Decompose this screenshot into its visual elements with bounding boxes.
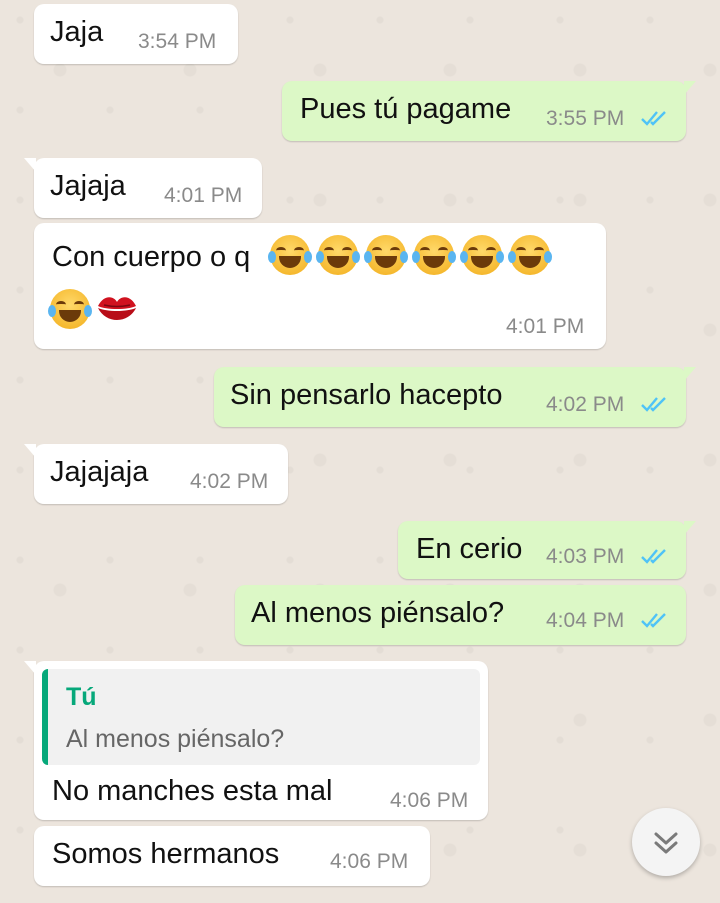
message-incoming[interactable]: Jajajaja 4:02 PM [24,444,288,504]
scroll-down-button[interactable] [632,808,700,876]
message-incoming[interactable]: Somos hermanos 4:06 PM [34,826,430,886]
quote-accent-bar [42,669,48,765]
face-with-tears-of-joy-icon [268,235,312,275]
message-text: Jajajaja [50,456,149,488]
message-incoming-reply[interactable]: Tú Al menos piénsalo? No manches esta ma… [24,661,488,820]
message-text: Jaja [50,16,104,48]
face-with-tears-of-joy-icon [48,289,92,329]
face-with-tears-of-joy-icon [364,235,408,275]
face-with-tears-of-joy-icon [316,235,360,275]
message-incoming[interactable]: Con cuerpo o q 4:01 PM [34,223,606,349]
message-time: 4:06 PM [390,789,469,812]
message-text: Con cuerpo o q [52,241,251,273]
emoji-row [268,235,552,275]
message-time: 4:01 PM [164,184,243,207]
chevron-double-down-icon [654,832,678,854]
message-text: Al menos piénsalo? [251,597,505,629]
message-text: En cerio [416,533,523,565]
message-time: 4:02 PM [546,393,625,416]
message-outgoing[interactable]: En cerio 4:03 PM [398,521,696,579]
message-incoming[interactable]: Jaja 3:54 PM [34,4,238,64]
message-incoming[interactable]: Jajaja 4:01 PM [24,158,262,218]
message-time: 4:06 PM [330,850,409,873]
message-time: 3:55 PM [546,107,625,130]
message-text: Jajaja [50,170,126,202]
quoted-message[interactable]: Tú Al menos piénsalo? [42,669,480,765]
message-outgoing[interactable]: Al menos piénsalo? 4:04 PM [235,585,686,645]
face-with-tears-of-joy-icon [508,235,552,275]
double-check-icon [641,613,666,628]
message-time: 4:04 PM [546,609,625,632]
emoji-row-2 [48,289,140,329]
face-with-tears-of-joy-icon [412,235,456,275]
face-with-tears-of-joy-icon [460,235,504,275]
double-check-icon [641,549,666,564]
quote-author: Tú [66,683,97,711]
message-outgoing[interactable]: Pues tú pagame 3:55 PM [282,81,696,141]
message-time: 3:54 PM [138,30,217,53]
quote-text: Al menos piénsalo? [66,725,285,753]
message-text: Pues tú pagame [300,93,512,125]
message-time: 4:03 PM [546,545,625,568]
message-time: 4:01 PM [506,315,585,338]
message-text: Somos hermanos [52,838,280,870]
double-check-icon [641,397,666,412]
message-text: No manches esta mal [52,775,333,807]
message-time: 4:02 PM [190,470,269,493]
message-text: Sin pensarlo hacepto [230,379,503,411]
double-check-icon [641,111,666,126]
kiss-mark-icon [98,297,137,320]
message-outgoing[interactable]: Sin pensarlo hacepto 4:02 PM [214,367,696,427]
